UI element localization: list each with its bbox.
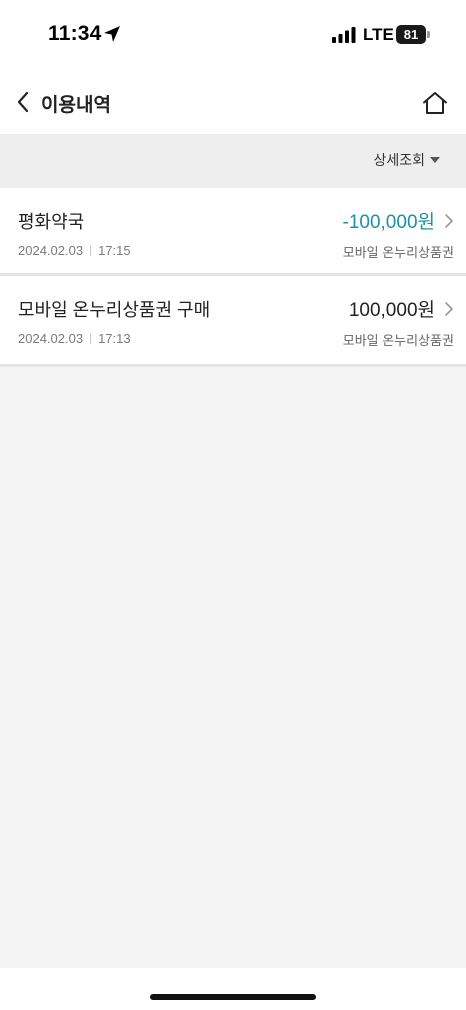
transaction-time: 17:15 xyxy=(98,243,131,258)
page-title: 이용내역 xyxy=(41,95,111,116)
chevron-left-icon xyxy=(17,91,29,113)
meta-divider xyxy=(90,333,92,344)
home-indicator[interactable] xyxy=(150,994,316,1000)
status-bar: 11:34 LTE 81 xyxy=(0,0,466,70)
battery-tip xyxy=(427,31,430,38)
detail-filter-label: 상세조회 xyxy=(373,152,425,168)
transaction-amount: -100,000원 xyxy=(342,212,436,233)
transaction-date: 2024.02.03 xyxy=(18,243,84,258)
network-label: LTE xyxy=(363,25,394,44)
transaction-list: 평화약국 2024.02.03 17:15 -100,000원 모바일 온누리상… xyxy=(0,188,466,367)
app-header: 이용내역 xyxy=(0,70,466,134)
transaction-row[interactable]: 모바일 온누리상품권 구매 2024.02.03 17:13 100,000원 … xyxy=(0,276,466,367)
status-time: 11:34 xyxy=(48,22,102,45)
back-button[interactable] xyxy=(8,84,38,120)
transaction-row[interactable]: 평화약국 2024.02.03 17:15 -100,000원 모바일 온누리상… xyxy=(0,188,466,276)
transaction-meta: 2024.02.03 17:13 xyxy=(18,331,131,346)
transaction-name: 평화약국 xyxy=(18,212,85,232)
location-arrow-icon xyxy=(104,26,120,42)
bottom-bar xyxy=(0,968,466,1010)
home-icon xyxy=(423,92,447,114)
transaction-time: 17:13 xyxy=(98,331,131,346)
meta-divider xyxy=(90,245,92,256)
transaction-meta: 2024.02.03 17:15 xyxy=(18,243,131,258)
detail-filter-button[interactable]: 상세조회 xyxy=(373,150,440,170)
battery-icon: 81 xyxy=(396,25,432,44)
chevron-right-icon xyxy=(445,302,453,316)
filter-bar: 상세조회 xyxy=(0,134,466,188)
transaction-amount: 100,000원 xyxy=(348,300,435,321)
chevron-right-icon xyxy=(445,214,453,228)
home-button[interactable] xyxy=(418,86,452,120)
caret-down-icon xyxy=(430,157,440,163)
signal-icon xyxy=(332,27,356,43)
battery-level: 81 xyxy=(396,25,426,44)
transaction-date: 2024.02.03 xyxy=(18,331,84,346)
transaction-type: 모바일 온누리상품권 xyxy=(342,245,454,260)
transaction-type: 모바일 온누리상품권 xyxy=(342,333,454,348)
screen: 11:34 LTE 81 이용내역 상세조회 평화약국 2024.02.03 1… xyxy=(0,0,466,1010)
transaction-name: 모바일 온누리상품권 구매 xyxy=(18,300,211,320)
